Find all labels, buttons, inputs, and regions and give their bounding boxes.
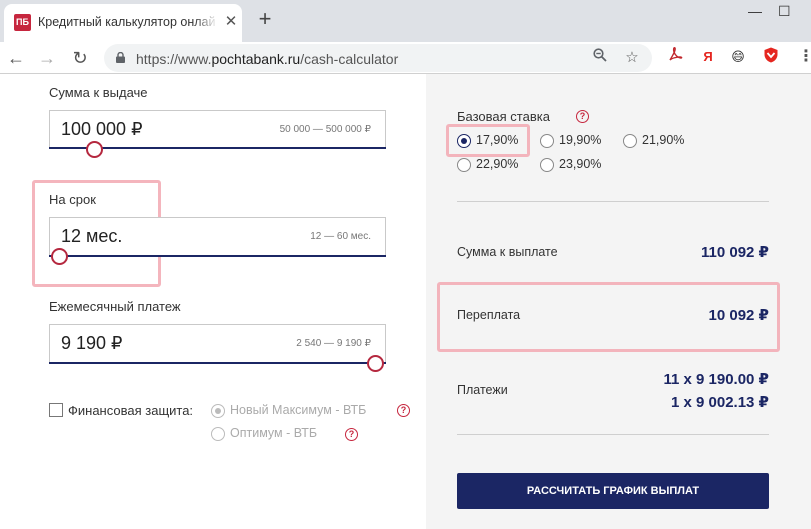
rate-19-90-label: 19,90% [559,133,602,147]
help-rate-icon[interactable]: ? [576,110,589,123]
shield-icon[interactable] [760,46,782,68]
amount-slider-handle[interactable] [86,141,104,158]
url-text: https://www.pochtabank.ru/cash-calculato… [136,51,399,67]
reload-icon[interactable]: ↻ [68,46,92,70]
rate-23-90-label: 23,90% [559,157,602,171]
overpay-label: Переплата [457,308,521,322]
protection-option-optimum-radio[interactable] [211,427,225,441]
monthly-slider-track[interactable] [49,362,386,364]
protection-option-optimum-label: Оптимум - ВТБ [230,426,318,440]
help-maximum-icon[interactable]: ? [397,404,410,417]
tab-bar: ПБ Кредитный калькулятор онлайн ✕ + — ☐ [0,0,811,42]
new-tab-icon[interactable]: + [253,8,277,32]
rate-21-90-label: 21,90% [642,133,685,147]
forward-arrow-icon[interactable]: → [35,46,59,70]
lock-icon [116,52,125,63]
rate-22-90-label: 22,90% [476,157,519,171]
rate-23-90-radio[interactable] [540,158,554,172]
monthly-input[interactable]: 9 190 ₽ 2 540 — 9 190 ₽ [49,324,386,362]
term-slider-track[interactable] [49,255,386,257]
protection-option-maximum-label: Новый Максимум - ВТБ [230,403,367,417]
browser-tab[interactable]: ПБ Кредитный калькулятор онлайн ✕ [4,4,242,42]
back-arrow-icon[interactable]: ← [4,46,28,70]
rate-17-90-label: 17,90% [476,133,519,147]
yandex-icon[interactable]: Я [697,46,719,68]
menu-icon[interactable]: ⋮ [795,46,811,68]
monthly-slider-handle[interactable] [367,355,384,372]
protection-label: Финансовая защита: [68,403,194,418]
total-value: 110 092 ₽ [701,244,769,261]
total-label: Сумма к выплате [457,245,558,259]
browser-toolbar: ← → ↻ https://www.pochtabank.ru/cash-cal… [0,42,811,74]
term-label: На срок [49,192,96,207]
monthly-label: Ежемесячный платеж [49,299,181,314]
payments-line-2: 1 x 9 002.13 ₽ [670,394,769,411]
term-slider-handle[interactable] [51,248,68,265]
close-tab-icon[interactable]: ✕ [222,13,240,31]
term-value: 12 мес. [61,226,123,246]
tab-title: Кредитный калькулятор онлайн [38,15,216,29]
monthly-value: 9 190 ₽ [61,333,123,353]
payments-label: Платежи [457,383,508,397]
zoom-icon[interactable] [590,48,610,68]
pochtabank-favicon-icon: ПБ [14,14,31,31]
rate-22-90-radio[interactable] [457,158,471,172]
address-bar[interactable]: https://www.pochtabank.ru/cash-calculato… [104,44,652,72]
amount-range: 50 000 — 500 000 ₽ [279,124,371,135]
payments-line-1: 11 x 9 190.00 ₽ [663,371,769,388]
pdf-icon[interactable] [664,46,686,68]
term-input[interactable]: 12 мес. 12 — 60 мес. [49,217,386,255]
overpay-value: 10 092 ₽ [708,307,769,324]
rate-19-90-radio[interactable] [540,134,554,148]
monthly-range: 2 540 — 9 190 ₽ [296,338,371,349]
help-optimum-icon[interactable]: ? [345,428,358,441]
rate-21-90-radio[interactable] [623,134,637,148]
rate-17-90-radio[interactable] [457,134,471,148]
tab-title-fade [194,12,218,34]
divider-bottom [457,434,769,435]
protection-option-maximum-radio[interactable] [211,404,225,418]
calculate-schedule-button[interactable]: РАССЧИТАТЬ ГРАФИК ВЫПЛАТ [457,473,769,509]
rate-label: Базовая ставка [457,109,550,124]
amount-value: 100 000 ₽ [61,119,143,139]
protection-checkbox[interactable] [49,403,63,417]
term-range: 12 — 60 мес. [310,231,371,242]
amount-label: Сумма к выдаче [49,85,148,100]
maximize-window-icon[interactable]: ☐ [778,2,798,20]
star-icon[interactable]: ☆ [622,48,642,68]
divider-top [457,201,769,202]
emoji-icon[interactable]: 😄 [727,46,749,68]
minimize-window-icon[interactable]: — [748,2,762,20]
